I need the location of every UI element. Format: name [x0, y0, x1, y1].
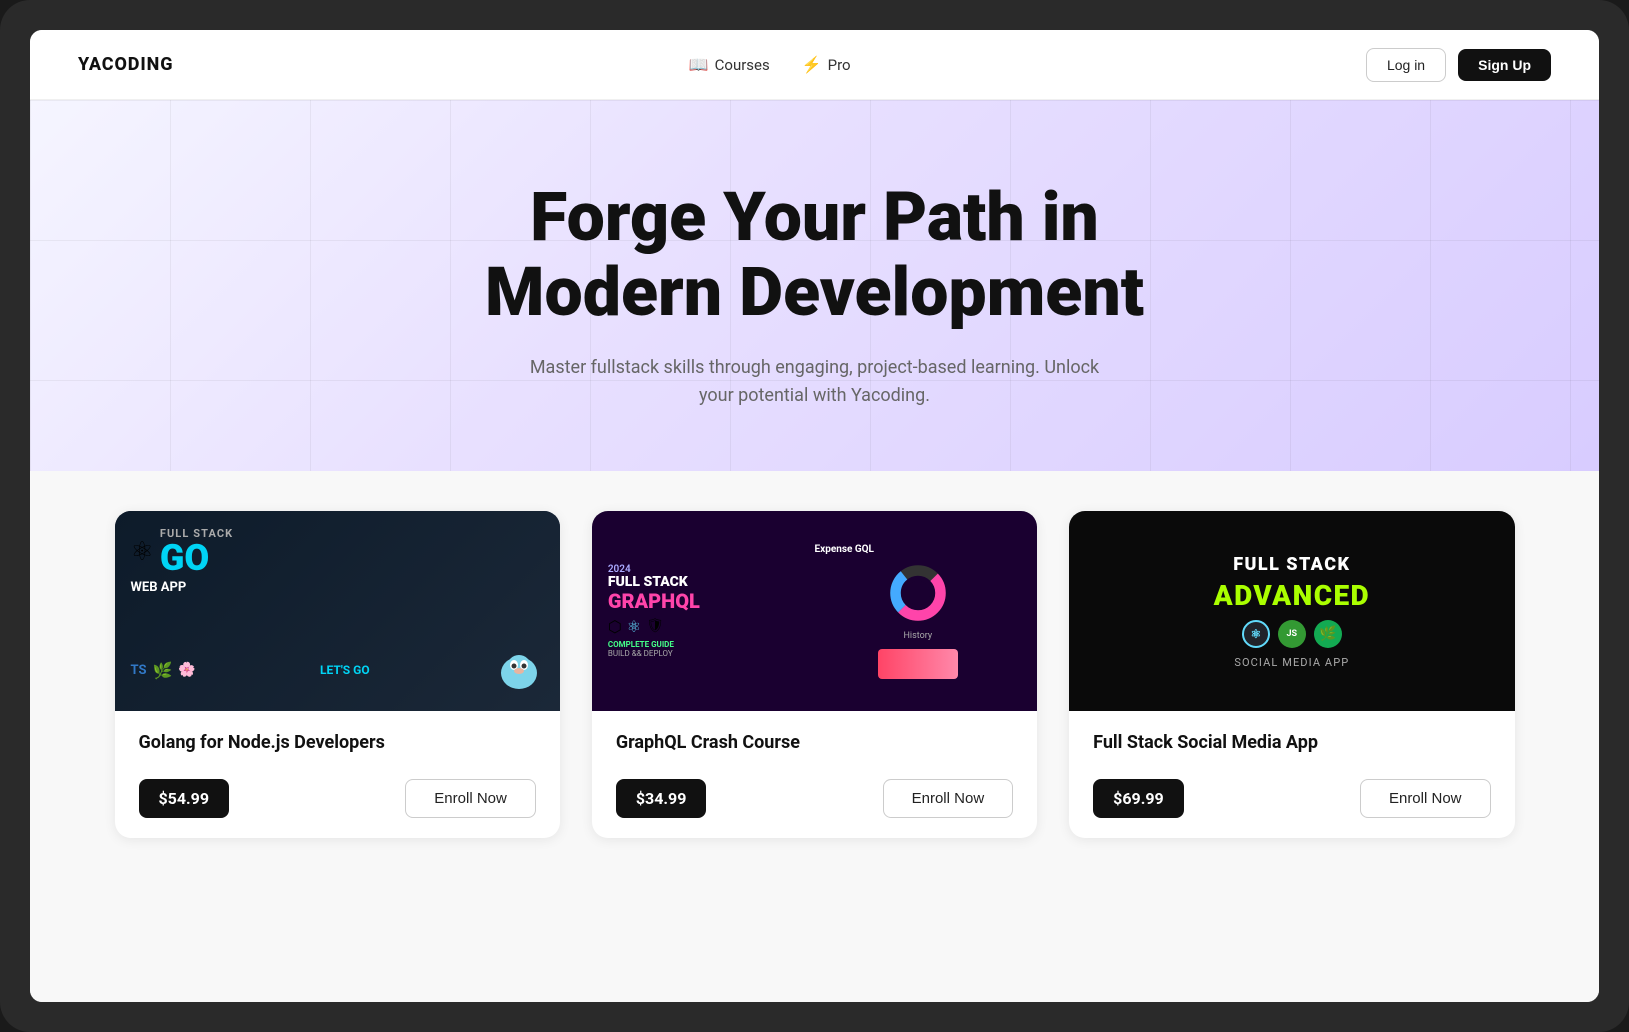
- thumbnail-top: ⚛ FULL STACK GO WEB APP: [131, 527, 544, 595]
- nav-courses-link[interactable]: 📖 Courses: [689, 55, 770, 74]
- enroll-button-golang[interactable]: Enroll Now: [405, 779, 536, 818]
- signup-button[interactable]: Sign Up: [1458, 49, 1551, 81]
- tech-logos: ⚛ JS 🌿: [1085, 620, 1498, 648]
- history-label: History: [904, 631, 933, 641]
- react-icon: ⚛: [1242, 620, 1270, 648]
- course-card-graphql: 2024 FULL STACK GRAPHQL ⬡ ⚛ 🛡 COMPLETE G…: [592, 511, 1037, 837]
- course-card-golang: ⚛ FULL STACK GO WEB APP: [115, 511, 560, 837]
- course-price-golang: $54.99: [139, 779, 230, 818]
- build-label: BUILD && DEPLOY: [608, 649, 815, 658]
- thumbnail-content: ⚛ FULL STACK GO WEB APP: [115, 511, 560, 711]
- enroll-button-social[interactable]: Enroll Now: [1360, 779, 1491, 818]
- nav-courses-label: Courses: [715, 56, 770, 74]
- brand-logo: YACODING: [78, 54, 173, 75]
- login-button[interactable]: Log in: [1366, 48, 1446, 82]
- hero-content: Forge Your Path in Modern Development Ma…: [78, 180, 1551, 411]
- graphql-label: GRAPHQL: [608, 591, 815, 611]
- nav-actions: Log in Sign Up: [1366, 48, 1551, 82]
- courses-section: ⚛ FULL STACK GO WEB APP: [30, 471, 1599, 1002]
- thumbnail-content-graphql: 2024 FULL STACK GRAPHQL ⬡ ⚛ 🛡 COMPLETE G…: [592, 511, 1037, 711]
- nav-pro-link[interactable]: ⚡ Pro: [802, 55, 851, 74]
- courses-icon: 📖: [689, 55, 709, 74]
- nav-pro-label: Pro: [828, 56, 851, 74]
- fullstack-label: FULL STACK: [1085, 554, 1498, 575]
- go-label: GO: [160, 540, 233, 576]
- hero-subtitle: Master fullstack skills through engaging…: [515, 354, 1115, 412]
- thumbnail-content-social: FULL STACK ADVANCED ⚛ JS 🌿 SOCIAL MEDIA …: [1069, 538, 1514, 685]
- courses-grid: ⚛ FULL STACK GO WEB APP: [115, 511, 1515, 837]
- hero-section: Forge Your Path in Modern Development Ma…: [30, 100, 1599, 471]
- course-price-social: $69.99: [1093, 779, 1184, 818]
- navbar: YACODING 📖 Courses ⚡ Pro Log in Sign Up: [30, 30, 1599, 100]
- webapp-label: WEB APP: [131, 580, 544, 595]
- social-media-label: SOCIAL MEDIA APP: [1085, 656, 1498, 669]
- screen: YACODING 📖 Courses ⚡ Pro Log in Sign Up …: [30, 30, 1599, 1002]
- course-title-graphql: GraphQL Crash Course: [616, 731, 1013, 754]
- pro-icon: ⚡: [802, 55, 822, 74]
- course-footer-graphql: $34.99 Enroll Now: [616, 779, 1013, 818]
- graphql-right: Expense GQL History: [814, 527, 1021, 695]
- course-price-graphql: $34.99: [616, 779, 707, 818]
- thumbnail-bottom: TS 🌿 🌸 LET'S GO: [131, 645, 544, 695]
- device-frame: YACODING 📖 Courses ⚡ Pro Log in Sign Up …: [0, 0, 1629, 1032]
- node-icon: JS: [1278, 620, 1306, 648]
- course-title-social: Full Stack Social Media App: [1093, 731, 1490, 754]
- course-title-golang: Golang for Node.js Developers: [139, 731, 536, 754]
- course-footer-golang: $54.99 Enroll Now: [139, 779, 536, 818]
- advanced-label: ADVANCED: [1085, 579, 1498, 612]
- course-thumbnail-golang: ⚛ FULL STACK GO WEB APP: [115, 511, 560, 711]
- course-info-social: Full Stack Social Media App $69.99 Enrol…: [1069, 711, 1514, 837]
- lets-go-label: LET'S GO: [320, 663, 370, 677]
- donut-chart: [888, 563, 948, 623]
- course-thumbnail-social: FULL STACK ADVANCED ⚛ JS 🌿 SOCIAL MEDIA …: [1069, 511, 1514, 711]
- enroll-button-graphql[interactable]: Enroll Now: [883, 779, 1014, 818]
- course-info-graphql: GraphQL Crash Course $34.99 Enroll Now: [592, 711, 1037, 837]
- graphql-left: 2024 FULL STACK GRAPHQL ⬡ ⚛ 🛡 COMPLETE G…: [608, 527, 815, 695]
- expense-label: Expense GQL: [814, 544, 874, 555]
- complete-label: COMPLETE GUIDE: [608, 640, 815, 649]
- gopher-icon: [494, 645, 544, 695]
- course-card-social: FULL STACK ADVANCED ⚛ JS 🌿 SOCIAL MEDIA …: [1069, 511, 1514, 837]
- leaf-icon: 🌿: [1314, 620, 1342, 648]
- course-footer-social: $69.99 Enroll Now: [1093, 779, 1490, 818]
- course-info-golang: Golang for Node.js Developers $54.99 Enr…: [115, 711, 560, 837]
- course-thumbnail-graphql: 2024 FULL STACK GRAPHQL ⬡ ⚛ 🛡 COMPLETE G…: [592, 511, 1037, 711]
- nav-links: 📖 Courses ⚡ Pro: [689, 55, 851, 74]
- hero-title: Forge Your Path in Modern Development: [415, 180, 1215, 330]
